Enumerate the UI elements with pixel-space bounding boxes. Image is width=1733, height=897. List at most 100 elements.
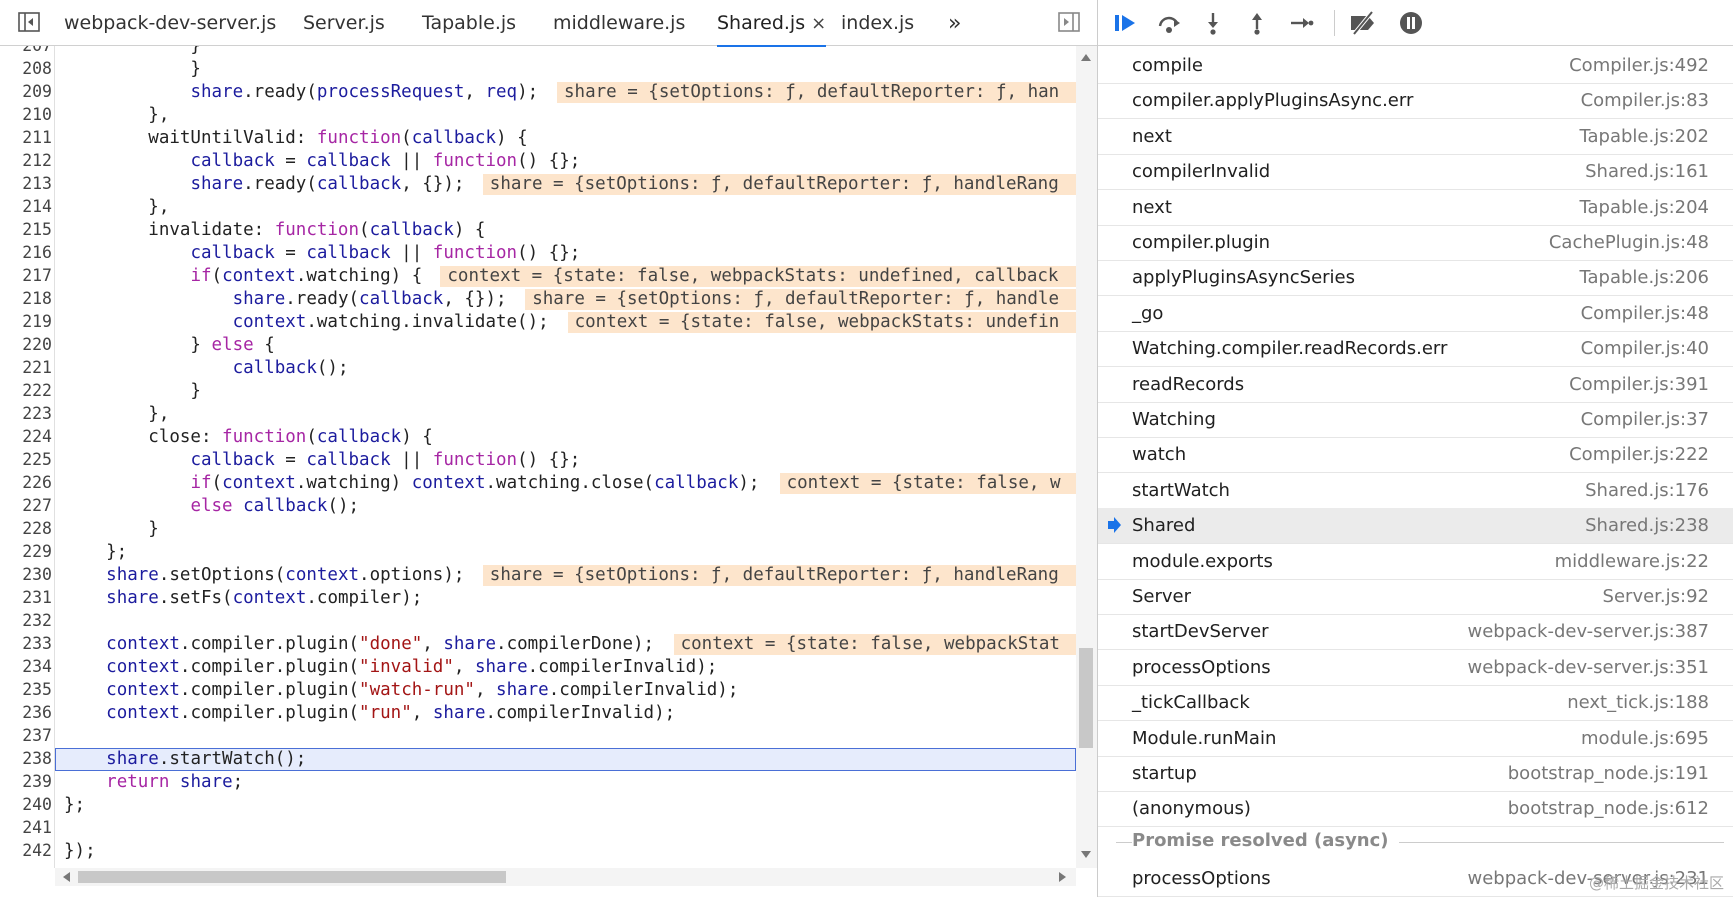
editor-tab[interactable]: middleware.js — [553, 0, 685, 45]
call-stack-frame[interactable]: (anonymous) bootstrap_node.js:612 — [1098, 791, 1733, 828]
line-number[interactable]: 235 — [0, 680, 52, 699]
close-tab-icon[interactable]: × — [811, 13, 826, 34]
line-number[interactable]: 240 — [0, 795, 52, 814]
code-area[interactable]: 207 } 208 } 209 share.ready(processRequest… — [0, 46, 1076, 868]
line-number[interactable]: 220 — [0, 335, 52, 354]
pause-on-exceptions-icon[interactable] — [1398, 10, 1424, 36]
step-into-icon[interactable] — [1200, 10, 1226, 36]
line-number[interactable]: 218 — [0, 289, 52, 308]
editor-tab[interactable]: index.js — [841, 0, 914, 45]
line-number[interactable]: 234 — [0, 657, 52, 676]
inline-variable-value[interactable]: context = {state: false, webpackStats: u… — [440, 266, 1076, 287]
frame-location[interactable]: middleware.js:22 — [1555, 551, 1709, 572]
call-stack-frame[interactable]: startup bootstrap_node.js:191 — [1098, 756, 1733, 792]
line-number[interactable]: 226 — [0, 473, 52, 492]
call-stack-frame[interactable]: processOptions webpack-dev-server.js:351 — [1098, 650, 1733, 686]
line-number[interactable]: 209 — [0, 82, 52, 101]
call-stack-frame[interactable]: compilerInvalid Shared.js:161 — [1098, 154, 1733, 191]
line-number[interactable]: 222 — [0, 381, 52, 400]
call-stack-frame[interactable]: compile Compiler.js:492 — [1098, 48, 1733, 84]
frame-location[interactable]: Shared.js:161 — [1585, 161, 1709, 182]
line-number[interactable]: 238 — [0, 749, 52, 768]
inline-variable-value[interactable]: context = {state: false, w — [779, 473, 1076, 494]
line-number[interactable]: 230 — [0, 565, 52, 584]
line-number[interactable]: 239 — [0, 772, 52, 791]
line-number[interactable]: 233 — [0, 634, 52, 653]
line-number[interactable]: 215 — [0, 220, 52, 239]
inline-variable-value[interactable]: share = {setOptions: ƒ, defaultReporter:… — [557, 82, 1076, 103]
inline-variable-value[interactable]: share = {setOptions: ƒ, defaultReporter:… — [525, 289, 1076, 310]
call-stack-frame[interactable]: compiler.plugin CachePlugin.js:48 — [1098, 225, 1733, 261]
scroll-down-icon[interactable] — [1080, 850, 1092, 860]
inline-variable-value[interactable]: context = {state: false, webpackStats: u… — [567, 312, 1076, 333]
scroll-right-icon[interactable] — [1058, 871, 1068, 883]
line-number[interactable]: 216 — [0, 243, 52, 262]
deactivate-breakpoints-icon[interactable] — [1348, 10, 1378, 36]
frame-location[interactable]: Compiler.js:40 — [1581, 338, 1709, 359]
frame-location[interactable]: Shared.js:238 — [1585, 515, 1709, 536]
call-stack-frame[interactable]: applyPluginsAsyncSeries Tapable.js:206 — [1098, 260, 1733, 297]
frame-location[interactable]: webpack-dev-server.js:351 — [1467, 657, 1709, 678]
call-stack-frame[interactable]: Watching Compiler.js:37 — [1098, 402, 1733, 438]
inline-variable-value[interactable]: context = {state: false, webpackStat — [673, 634, 1076, 655]
step-icon[interactable] — [1288, 10, 1314, 36]
frame-location[interactable]: Tapable.js:204 — [1579, 197, 1709, 218]
editor-tab[interactable]: Server.js — [303, 0, 385, 45]
scroll-left-icon[interactable] — [61, 871, 71, 883]
frame-location[interactable]: webpack-dev-server.js:387 — [1467, 621, 1709, 642]
line-number[interactable]: 225 — [0, 450, 52, 469]
inline-variable-value[interactable]: share = {setOptions: ƒ, defaultReporter:… — [482, 174, 1076, 195]
line-number[interactable]: 232 — [0, 611, 52, 630]
toggle-debugger-icon[interactable] — [1058, 12, 1080, 32]
call-stack-frame[interactable]: next Tapable.js:204 — [1098, 190, 1733, 226]
line-number[interactable]: 227 — [0, 496, 52, 515]
line-number[interactable]: 208 — [0, 59, 52, 78]
frame-location[interactable]: CachePlugin.js:48 — [1549, 232, 1709, 253]
line-number[interactable]: 207 — [0, 46, 52, 55]
call-stack-frame[interactable]: compiler.applyPluginsAsync.err Compiler.j… — [1098, 83, 1733, 120]
frame-location[interactable]: Compiler.js:37 — [1581, 409, 1709, 430]
line-number[interactable]: 236 — [0, 703, 52, 722]
call-stack-frame[interactable]: Shared Shared.js:238 — [1098, 508, 1733, 545]
line-number[interactable]: 229 — [0, 542, 52, 561]
frame-location[interactable]: Compiler.js:83 — [1581, 90, 1709, 111]
editor-tab[interactable]: Shared.js × — [717, 0, 827, 47]
line-number[interactable]: 237 — [0, 726, 52, 745]
line-number[interactable]: 224 — [0, 427, 52, 446]
call-stack-frame[interactable]: readRecords Compiler.js:391 — [1098, 367, 1733, 403]
line-number[interactable]: 241 — [0, 818, 52, 837]
inline-variable-value[interactable]: share = {setOptions: ƒ, defaultReporter:… — [482, 565, 1076, 586]
line-number[interactable]: 231 — [0, 588, 52, 607]
line-number[interactable]: 214 — [0, 197, 52, 216]
line-number[interactable]: 211 — [0, 128, 52, 147]
line-number[interactable]: 223 — [0, 404, 52, 423]
call-stack-frame[interactable]: _tickCallback next_tick.js:188 — [1098, 685, 1733, 722]
call-stack-frame[interactable]: startDevServer webpack-dev-server.js:387 — [1098, 614, 1733, 651]
line-number[interactable]: 221 — [0, 358, 52, 377]
line-number[interactable]: 219 — [0, 312, 52, 331]
frame-location[interactable]: Compiler.js:391 — [1569, 374, 1709, 395]
frame-location[interactable]: next_tick.js:188 — [1567, 692, 1709, 713]
line-number[interactable]: 228 — [0, 519, 52, 538]
call-stack-frame[interactable]: Module.runMain module.js:695 — [1098, 721, 1733, 757]
vertical-scrollbar-thumb[interactable] — [1079, 648, 1093, 748]
step-over-icon[interactable] — [1156, 10, 1182, 36]
frame-location[interactable]: Compiler.js:222 — [1569, 444, 1709, 465]
frame-location[interactable]: Compiler.js:492 — [1569, 55, 1709, 76]
call-stack-frame[interactable]: _go Compiler.js:48 — [1098, 296, 1733, 332]
line-number[interactable]: 213 — [0, 174, 52, 193]
toggle-navigator-icon[interactable] — [18, 12, 40, 32]
editor-tab[interactable]: webpack-dev-server.js — [64, 0, 276, 45]
step-out-icon[interactable] — [1244, 10, 1270, 36]
frame-location[interactable]: Tapable.js:206 — [1579, 267, 1709, 288]
line-number[interactable]: 210 — [0, 105, 52, 124]
call-stack-frame[interactable]: module.exports middleware.js:22 — [1098, 544, 1733, 580]
horizontal-scrollbar-thumb[interactable] — [78, 871, 506, 883]
call-stack-frame[interactable]: Watching.compiler.readRecords.err Compile… — [1098, 331, 1733, 368]
call-stack-frame[interactable]: startWatch Shared.js:176 — [1098, 473, 1733, 509]
frame-location[interactable]: Server.js:92 — [1603, 586, 1709, 607]
frame-location[interactable]: bootstrap_node.js:191 — [1508, 763, 1709, 784]
line-number[interactable]: 217 — [0, 266, 52, 285]
frame-location[interactable]: Tapable.js:202 — [1579, 126, 1709, 147]
frame-location[interactable]: Compiler.js:48 — [1581, 303, 1709, 324]
